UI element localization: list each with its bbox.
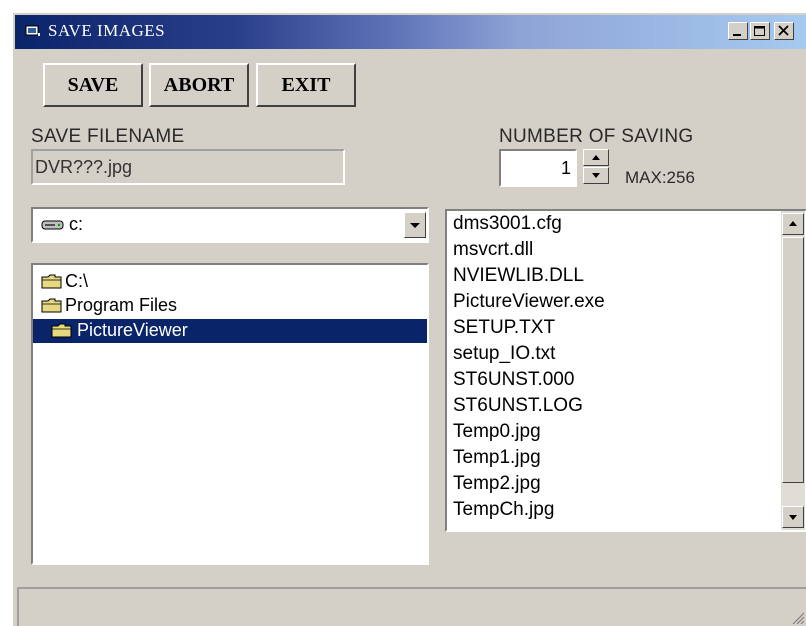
exit-button[interactable]: EXIT	[256, 63, 356, 107]
arrow-up-icon	[592, 155, 600, 160]
list-item[interactable]: Temp0.jpg	[453, 421, 541, 447]
tree-item-label: PictureViewer	[77, 320, 188, 340]
arrow-down-icon	[592, 173, 600, 178]
minimize-button[interactable]	[728, 22, 748, 40]
scroll-down-button[interactable]	[782, 506, 804, 528]
tree-item-label: Program Files	[65, 295, 178, 315]
window-title: SAVE IMAGES	[48, 21, 166, 40]
list-item[interactable]: ST6UNST.000	[453, 369, 574, 395]
scroll-thumb[interactable]	[782, 237, 804, 483]
list-item[interactable]: msvcrt.dll	[453, 239, 533, 265]
tree-item-label: C:\	[65, 271, 89, 291]
tree-item-program-files[interactable]: Program Files	[39, 294, 419, 318]
list-item[interactable]: PictureViewer.exe	[453, 291, 605, 317]
file-list: dms3001.cfg msvcrt.dll NVIEWLIB.DLL Pict…	[445, 209, 806, 532]
list-item[interactable]: TempCh.jpg	[453, 499, 554, 525]
scroll-up-button[interactable]	[782, 213, 804, 235]
filename-field[interactable]: DVR???.jpg	[31, 149, 345, 185]
maximize-button[interactable]	[750, 22, 770, 40]
folder-icon	[51, 323, 72, 338]
minimize-icon	[733, 34, 741, 36]
close-button[interactable]	[774, 22, 794, 40]
folder-icon	[41, 298, 62, 313]
chevron-down-icon	[410, 223, 420, 228]
tree-item-pictureviewer[interactable]: PictureViewer	[33, 319, 427, 343]
list-item[interactable]: Temp1.jpg	[453, 447, 541, 473]
spin-down-button[interactable]	[583, 167, 609, 184]
list-item[interactable]: dms3001.cfg	[453, 213, 562, 239]
abort-button[interactable]: ABORT	[149, 63, 249, 107]
hard-drive-icon	[41, 220, 64, 230]
drive-select[interactable]: c:	[31, 207, 429, 243]
maximize-icon	[754, 26, 765, 36]
list-item[interactable]: NVIEWLIB.DLL	[453, 265, 584, 291]
spin-up-button[interactable]	[583, 149, 609, 166]
saving-max-label: MAX:256	[625, 168, 695, 187]
drive-value: c:	[69, 214, 84, 234]
save-images-window: SAVE IMAGES SAVE ABORT EXIT SAVE FILENAM…	[12, 12, 806, 626]
folder-tree: C:\ Program Files PictureViewer	[31, 263, 429, 565]
arrow-down-icon	[789, 515, 797, 520]
save-button[interactable]: SAVE	[43, 63, 143, 107]
resize-grip-icon[interactable]	[789, 609, 805, 625]
title-bar[interactable]: SAVE IMAGES	[15, 15, 806, 49]
list-item[interactable]: SETUP.TXT	[453, 317, 555, 343]
saving-count-value: 1	[560, 158, 571, 178]
saving-count-input[interactable]: 1	[499, 149, 577, 187]
folder-icon	[41, 274, 62, 289]
vertical-scrollbar[interactable]	[781, 211, 805, 530]
list-item[interactable]: Temp2.jpg	[453, 473, 541, 499]
close-icon	[778, 25, 789, 36]
list-item[interactable]: setup_IO.txt	[453, 343, 555, 369]
drive-dropdown-button[interactable]	[404, 212, 426, 238]
tree-item-root[interactable]: C:\	[39, 270, 419, 294]
filename-label: SAVE FILENAME	[31, 126, 185, 147]
saving-count-label: NUMBER OF SAVING	[499, 126, 694, 147]
arrow-up-icon	[789, 221, 797, 226]
app-icon	[25, 25, 40, 36]
list-item[interactable]: ST6UNST.LOG	[453, 395, 583, 421]
filename-value: DVR???.jpg	[35, 157, 133, 177]
status-bar	[17, 587, 806, 626]
